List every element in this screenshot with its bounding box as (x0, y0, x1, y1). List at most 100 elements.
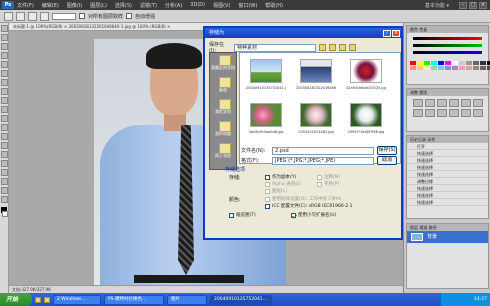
blur-tool-icon[interactable] (1, 133, 8, 140)
save-button[interactable]: 保存(S) (377, 146, 397, 155)
exposure-icon[interactable] (449, 99, 459, 107)
subtract-selection-icon[interactable] (40, 11, 49, 21)
menu-layer[interactable]: 图层(L) (90, 2, 107, 9)
new-selection-icon[interactable] (16, 11, 25, 21)
menu-help[interactable]: 帮助(H) (265, 2, 283, 9)
thumbnail-option[interactable]: 缩览图(T) (229, 212, 256, 218)
file-name[interactable]: 42a93cb6dd1f1020.jpg (346, 86, 386, 90)
taskbar-item[interactable]: 图片 (167, 294, 207, 305)
filename-input[interactable]: 2.psd (272, 146, 374, 155)
adjustments-panel-title[interactable]: 调整 蒙版 (407, 89, 488, 96)
history-item[interactable]: 快速选择 (407, 192, 488, 199)
quicklaunch-desktop-icon[interactable] (44, 296, 50, 303)
as-copy-option[interactable]: 作为副本(Y) (265, 174, 296, 180)
color-swatch[interactable] (466, 66, 472, 70)
auto-enhance-checkbox[interactable] (126, 13, 133, 19)
color-swatch[interactable] (452, 66, 458, 70)
eraser-tool-icon[interactable] (1, 115, 8, 122)
save-in-combo[interactable]: 特种素材 (234, 43, 316, 52)
cancel-button[interactable]: 取消 (377, 156, 397, 165)
history-item[interactable]: 快速选择 (407, 199, 488, 206)
vibrance-icon[interactable] (461, 99, 471, 107)
menu-filter[interactable]: 滤镜(T) (140, 2, 157, 9)
menu-image[interactable]: 图像(I) (67, 2, 82, 9)
color-swatch[interactable] (417, 61, 423, 65)
as-copy-checkbox[interactable] (265, 174, 270, 180)
crop-tool-icon[interactable] (1, 61, 8, 68)
color-swatch[interactable] (445, 66, 451, 70)
color-swatch[interactable] (438, 61, 444, 65)
menu-file[interactable]: 文件(F) (17, 2, 34, 9)
workspace-switcher[interactable]: 基本功能 ▾ (425, 2, 449, 9)
history-item[interactable]: 快速选择 (407, 164, 488, 171)
color-swatch[interactable] (473, 66, 479, 70)
history-item[interactable]: 调整边缘 (407, 178, 488, 185)
place-documents[interactable]: 我的文档 (210, 97, 236, 119)
file-name[interactable]: 20040910135752041.jpg (246, 86, 286, 90)
color-swatch[interactable] (445, 61, 451, 65)
healing-tool-icon[interactable] (1, 79, 8, 86)
eyedropper-tool-icon[interactable] (1, 70, 8, 77)
file-thumb[interactable] (250, 103, 282, 127)
lowercase-ext-option[interactable]: 使用小写扩展名(U) (291, 212, 336, 218)
history-item[interactable]: 快速选择 (407, 150, 488, 157)
icc-checkbox[interactable] (265, 203, 270, 209)
menu-view[interactable]: 视图(V) (213, 2, 230, 9)
posterize-icon[interactable] (473, 109, 483, 117)
color-swatch[interactable] (480, 66, 486, 70)
gradient-tool-icon[interactable] (1, 124, 8, 131)
add-selection-icon[interactable] (28, 11, 37, 21)
blue-slider[interactable] (413, 51, 482, 54)
file-thumb[interactable] (350, 103, 382, 127)
history-item[interactable]: 打开 (407, 143, 488, 150)
history-item[interactable]: 快速选择 (407, 171, 488, 178)
background-color-swatch[interactable] (2, 211, 8, 217)
invert-icon[interactable] (461, 109, 471, 117)
file-name[interactable]: 20030818132201646640-1.jpg (296, 86, 336, 90)
type-tool-icon[interactable] (1, 160, 8, 167)
path-select-tool-icon[interactable] (1, 169, 8, 176)
icc-option[interactable]: ICC 配置文件(C): sRGB IEC61966-2.1 (265, 203, 353, 209)
green-slider[interactable] (413, 44, 482, 47)
start-button[interactable]: 开始 (0, 293, 32, 306)
color-swatch[interactable] (438, 66, 444, 70)
taskbar-item[interactable]: PS 模特衬衫换色... (104, 294, 164, 305)
menu-select[interactable]: 选择(S) (115, 2, 132, 9)
dialog-help-button[interactable]: ? (383, 29, 391, 37)
layers-panel-title[interactable]: 图层 通道 路径 (407, 224, 488, 231)
sample-all-layers-checkbox[interactable] (79, 13, 85, 19)
color-swatch[interactable] (424, 61, 430, 65)
view-menu-icon[interactable] (349, 44, 356, 51)
new-folder-icon[interactable] (339, 44, 346, 51)
color-swatch[interactable] (410, 61, 416, 65)
file-name[interactable]: 2094f71ea8f7f98.jpg (346, 130, 386, 134)
back-folder-icon[interactable] (319, 44, 326, 51)
brush-size-select[interactable] (52, 12, 76, 20)
menu-window[interactable]: 窗口(W) (238, 2, 257, 9)
brightness-icon[interactable] (413, 99, 423, 107)
close-button[interactable]: × (479, 1, 487, 9)
taskbar-item[interactable]: 2 Windows... (53, 294, 101, 305)
color-swatch[interactable] (466, 61, 472, 65)
up-folder-icon[interactable] (329, 44, 336, 51)
file-name[interactable]: 2004101813482.jpg (296, 130, 336, 134)
shape-tool-icon[interactable] (1, 178, 8, 185)
color-swatch[interactable] (431, 61, 437, 65)
color-balance-icon[interactable] (413, 109, 423, 117)
place-desktop[interactable]: 桌面 (210, 75, 236, 97)
color-panel-title[interactable]: 颜色 色板 (407, 26, 488, 33)
minimize-button[interactable]: – (459, 1, 467, 9)
quicklaunch-ie-icon[interactable] (35, 296, 41, 303)
file-thumb[interactable] (250, 59, 282, 83)
levels-icon[interactable] (425, 99, 435, 107)
move-tool-icon[interactable] (1, 25, 8, 32)
color-swatch[interactable] (431, 66, 437, 70)
menu-3d[interactable]: 3D(D) (190, 2, 205, 8)
color-swatch[interactable] (452, 61, 458, 65)
file-name[interactable]: 3ba5b9c4ea0d8.jpg (246, 130, 286, 134)
file-thumb[interactable] (300, 103, 332, 127)
dialog-close-button[interactable]: × (392, 29, 400, 37)
place-computer[interactable]: 我的电脑 (210, 119, 236, 141)
color-swatch[interactable] (459, 61, 465, 65)
lowercase-ext-checkbox[interactable] (291, 212, 296, 218)
